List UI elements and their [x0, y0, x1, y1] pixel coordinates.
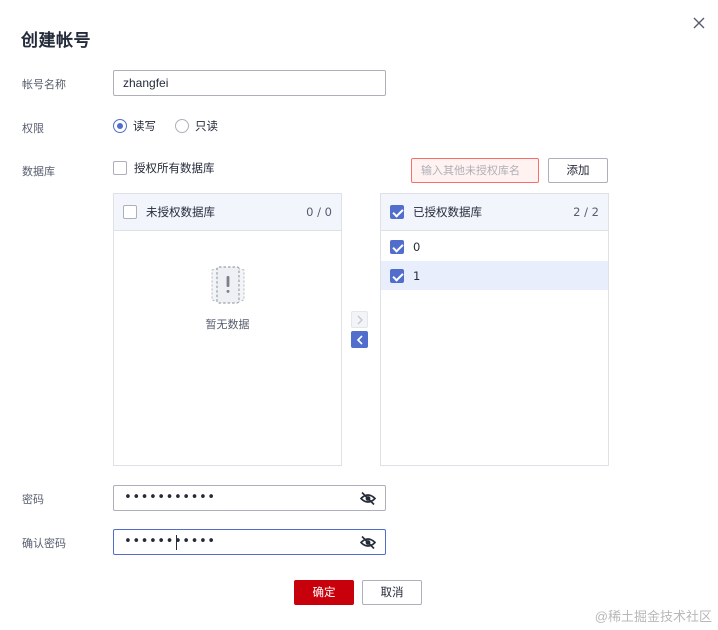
- radio-read-write[interactable]: 读写: [113, 118, 156, 134]
- confirm-password-masked-value: •••••••••••: [124, 534, 216, 549]
- checkbox-unchecked-icon: [113, 161, 127, 175]
- cancel-button[interactable]: 取消: [362, 580, 422, 605]
- eye-slash-icon[interactable]: [360, 491, 376, 506]
- empty-state-text: 暂无数据: [205, 318, 250, 331]
- confirm-button[interactable]: 确定: [294, 580, 354, 605]
- unauthorized-panel-title: 未授权数据库: [146, 205, 215, 219]
- authorized-db-item[interactable]: 0: [381, 232, 608, 261]
- unauthorized-count: 0 / 0: [306, 205, 332, 219]
- eye-slash-icon[interactable]: [360, 535, 376, 550]
- checkbox-checked-icon: [390, 268, 404, 283]
- unauthorized-panel-header: 未授权数据库 0 / 0: [114, 194, 341, 231]
- database-label: 数据库: [22, 165, 55, 178]
- confirm-password-input[interactable]: •••••••••••: [113, 529, 386, 555]
- authorized-db-item[interactable]: 1: [381, 261, 608, 290]
- account-name-input[interactable]: zhangfei: [113, 70, 386, 96]
- add-button[interactable]: 添加: [548, 158, 608, 183]
- radio-read-write-label: 读写: [133, 119, 156, 133]
- authorized-count: 2 / 2: [573, 205, 599, 219]
- empty-data-icon: [211, 266, 244, 304]
- radio-read-only-label: 只读: [195, 119, 218, 133]
- password-label: 密码: [22, 493, 44, 506]
- move-right-button[interactable]: [351, 311, 368, 328]
- authorized-db-name: 0: [413, 239, 421, 254]
- select-all-authorized-checkbox[interactable]: [390, 205, 404, 219]
- account-name-label: 帐号名称: [22, 78, 66, 91]
- close-icon[interactable]: [690, 14, 708, 32]
- chevron-right-icon: [357, 315, 363, 324]
- move-left-button[interactable]: [351, 331, 368, 348]
- text-caret: [176, 535, 177, 550]
- empty-state: 暂无数据: [114, 264, 341, 332]
- authorized-panel-title: 已授权数据库: [413, 205, 482, 219]
- confirm-password-label: 确认密码: [22, 537, 66, 550]
- grant-all-checkbox[interactable]: 授权所有数据库: [113, 160, 215, 176]
- watermark: @稀土掘金技术社区: [594, 609, 712, 624]
- authorized-panel-header: 已授权数据库 2 / 2: [381, 194, 608, 231]
- radio-unchecked-icon: [175, 119, 189, 133]
- authorized-db-name: 1: [413, 268, 421, 283]
- radio-checked-icon: [113, 119, 127, 133]
- db-name-input[interactable]: 输入其他未授权库名: [411, 158, 539, 183]
- password-masked-value: •••••••••••: [124, 490, 216, 505]
- unauthorized-db-panel: 未授权数据库 0 / 0 暂无数据: [113, 193, 342, 466]
- checkbox-checked-icon: [390, 239, 404, 254]
- password-input[interactable]: •••••••••••: [113, 485, 386, 511]
- permission-label: 权限: [22, 122, 44, 135]
- grant-all-label: 授权所有数据库: [134, 161, 215, 175]
- radio-read-only[interactable]: 只读: [175, 118, 218, 134]
- chevron-left-icon: [356, 334, 363, 345]
- select-all-unauthorized-checkbox[interactable]: [123, 205, 137, 219]
- dialog-title: 创建帐号: [21, 31, 91, 51]
- authorized-db-panel: 已授权数据库 2 / 2 0 1: [380, 193, 609, 466]
